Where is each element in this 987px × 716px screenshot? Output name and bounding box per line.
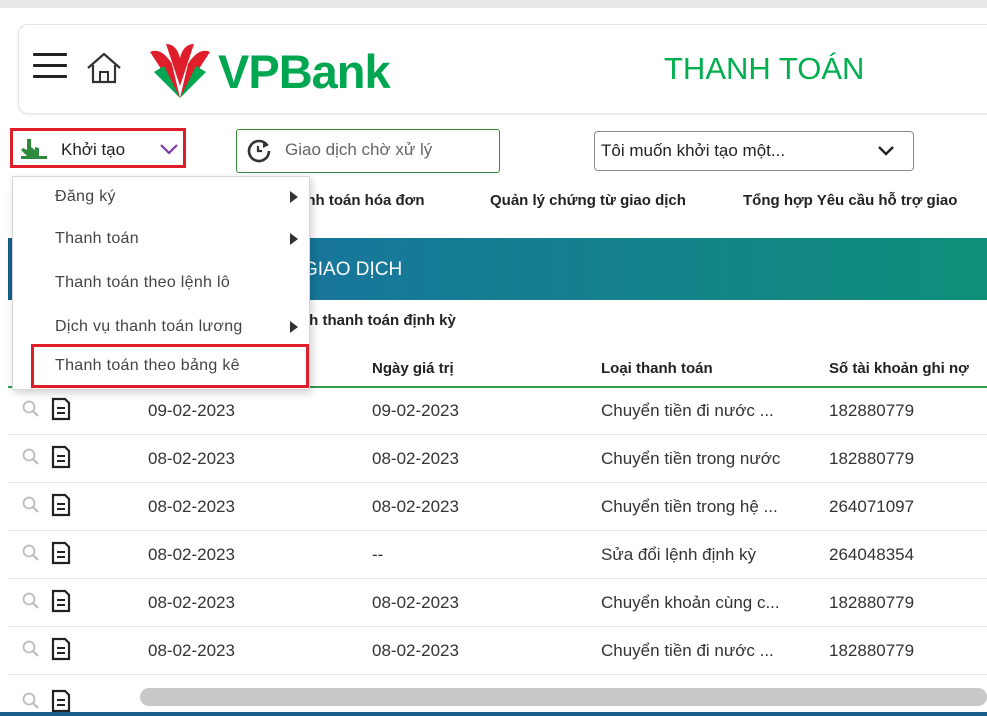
cell-payment-type: Chuyển tiền trong hệ ...	[601, 497, 778, 516]
subnav-support-requests[interactable]: Tổng hợp Yêu cầu hỗ trợ giao	[743, 192, 957, 209]
menu-item-label: Dịch vụ thanh toán lương	[55, 318, 243, 335]
menu-item-label: Đăng ký	[55, 188, 116, 205]
table-row[interactable]: 08-02-2023 08-02-2023 Chuyển khoản cùng c.…	[8, 578, 987, 627]
document-icon[interactable]	[50, 636, 72, 667]
hand-pointer-icon	[21, 139, 47, 159]
cell-debit-account: 182880779	[829, 593, 915, 612]
chevron-down-icon	[160, 144, 178, 155]
menu-icon[interactable]	[33, 53, 67, 81]
cell-date: 08-02-2023	[148, 641, 235, 660]
table-row[interactable]: 09-02-2023 09-02-2023 Chuyển tiền đi nước …	[8, 386, 987, 435]
document-icon[interactable]	[50, 588, 72, 619]
i-want-value: Tôi muốn khởi tạo một...	[601, 141, 786, 160]
cell-date: 08-02-2023	[148, 545, 235, 564]
table-row[interactable]: 08-02-2023 08-02-2023 Chuyển tiền trong hệ…	[8, 482, 987, 531]
create-dropdown-menu: Đăng ký Thanh toán Thanh toán theo lệnh …	[12, 176, 310, 390]
cell-value-date: 09-02-2023	[372, 401, 459, 420]
zoom-icon[interactable]	[22, 400, 40, 423]
cell-value-date: 08-02-2023	[372, 641, 459, 660]
cell-date: 09-02-2023	[148, 401, 235, 420]
menu-item-statement-payment[interactable]: Thanh toán theo bảng kê	[31, 344, 309, 388]
pending-transactions-button[interactable]: Giao dịch chờ xử lý	[236, 129, 500, 173]
table-row[interactable]: 08-02-2023 -- Sửa đổi lệnh định kỳ 26404835…	[8, 530, 987, 579]
zoom-icon[interactable]	[22, 544, 40, 567]
column-debit-account[interactable]: Số tài khoản ghi nợ	[829, 360, 969, 377]
cell-debit-account: 182880779	[829, 449, 915, 468]
create-menu-label: Khởi tạo	[61, 140, 126, 159]
column-value-date[interactable]: Ngày giá trị	[372, 360, 454, 377]
document-icon[interactable]	[50, 396, 72, 427]
brand-name: VPBank	[218, 45, 391, 98]
cell-value-date: 08-02-2023	[372, 593, 459, 612]
subnav-bill-payment[interactable]: anh toán hóa đơn	[298, 192, 425, 209]
table-row[interactable]: 08-02-2023 08-02-2023 Chuyển tiền trong nư…	[8, 434, 987, 483]
menu-item-label: Thanh toán	[55, 230, 139, 247]
periodic-payment-link[interactable]: nh thanh toán định kỳ	[300, 312, 456, 329]
cell-payment-type: Chuyển khoản cùng c...	[601, 593, 780, 612]
horizontal-scrollbar[interactable]	[140, 688, 987, 706]
clock-refresh-icon	[247, 139, 271, 163]
cell-debit-account: 264048354	[829, 545, 915, 564]
window-top-strip	[0, 0, 987, 8]
page-title: THANH TOÁN	[664, 51, 865, 86]
cell-payment-type: Sửa đổi lệnh định kỳ	[601, 545, 757, 564]
app-header: VPBank THANH TOÁN	[18, 24, 987, 114]
cell-value-date: --	[372, 545, 384, 564]
menu-item-register[interactable]: Đăng ký	[13, 177, 309, 217]
document-icon[interactable]	[50, 444, 72, 475]
menu-item-batch-payment[interactable]: Thanh toán theo lệnh lô	[13, 263, 309, 303]
cell-debit-account: 182880779	[829, 401, 915, 420]
cell-payment-type: Chuyển tiền đi nước ...	[601, 401, 774, 420]
vpbank-logo[interactable]: VPBank	[144, 40, 414, 100]
cell-value-date: 08-02-2023	[372, 497, 459, 516]
cell-payment-type: Chuyển tiền đi nước ...	[601, 641, 774, 660]
cell-payment-type: Chuyển tiền trong nước	[601, 449, 781, 468]
document-icon[interactable]	[50, 688, 72, 714]
pending-transactions-label: Giao dịch chờ xử lý	[285, 140, 433, 159]
zoom-icon[interactable]	[22, 692, 40, 710]
zoom-icon[interactable]	[22, 640, 40, 663]
subnav-document-management[interactable]: Quản lý chứng từ giao dịch	[490, 192, 686, 209]
column-payment-type[interactable]: Loại thanh toán	[601, 360, 713, 377]
menu-item-label: Thanh toán theo bảng kê	[55, 357, 240, 374]
zoom-icon[interactable]	[22, 496, 40, 519]
zoom-icon[interactable]	[22, 592, 40, 615]
section-title: GIAO DỊCH	[303, 259, 403, 280]
toolbar: Khởi tạo Giao dịch chờ xử lý Tôi muốn kh…	[0, 118, 987, 178]
cell-value-date: 08-02-2023	[372, 449, 459, 468]
submenu-arrow-icon	[290, 321, 298, 333]
cell-date: 08-02-2023	[148, 497, 235, 516]
cell-date: 08-02-2023	[148, 449, 235, 468]
document-icon[interactable]	[50, 540, 72, 571]
menu-item-payroll-service[interactable]: Dịch vụ thanh toán lương	[13, 307, 309, 347]
menu-item-payment[interactable]: Thanh toán	[13, 219, 309, 259]
home-icon[interactable]	[85, 50, 123, 86]
cell-debit-account: 182880779	[829, 641, 915, 660]
chevron-down-icon	[878, 146, 894, 156]
table-row[interactable]: 08-02-2023 08-02-2023 Chuyển tiền đi nước …	[8, 626, 987, 675]
i-want-select[interactable]: Tôi muốn khởi tạo một...	[594, 131, 914, 171]
document-icon[interactable]	[50, 492, 72, 523]
submenu-arrow-icon	[290, 233, 298, 245]
cell-date: 08-02-2023	[148, 593, 235, 612]
cell-debit-account: 264071097	[829, 497, 915, 516]
menu-item-label: Thanh toán theo lệnh lô	[55, 274, 231, 291]
zoom-icon[interactable]	[22, 448, 40, 471]
submenu-arrow-icon	[290, 191, 298, 203]
bottom-border	[0, 712, 987, 716]
create-menu-button[interactable]: Khởi tạo	[10, 128, 186, 168]
